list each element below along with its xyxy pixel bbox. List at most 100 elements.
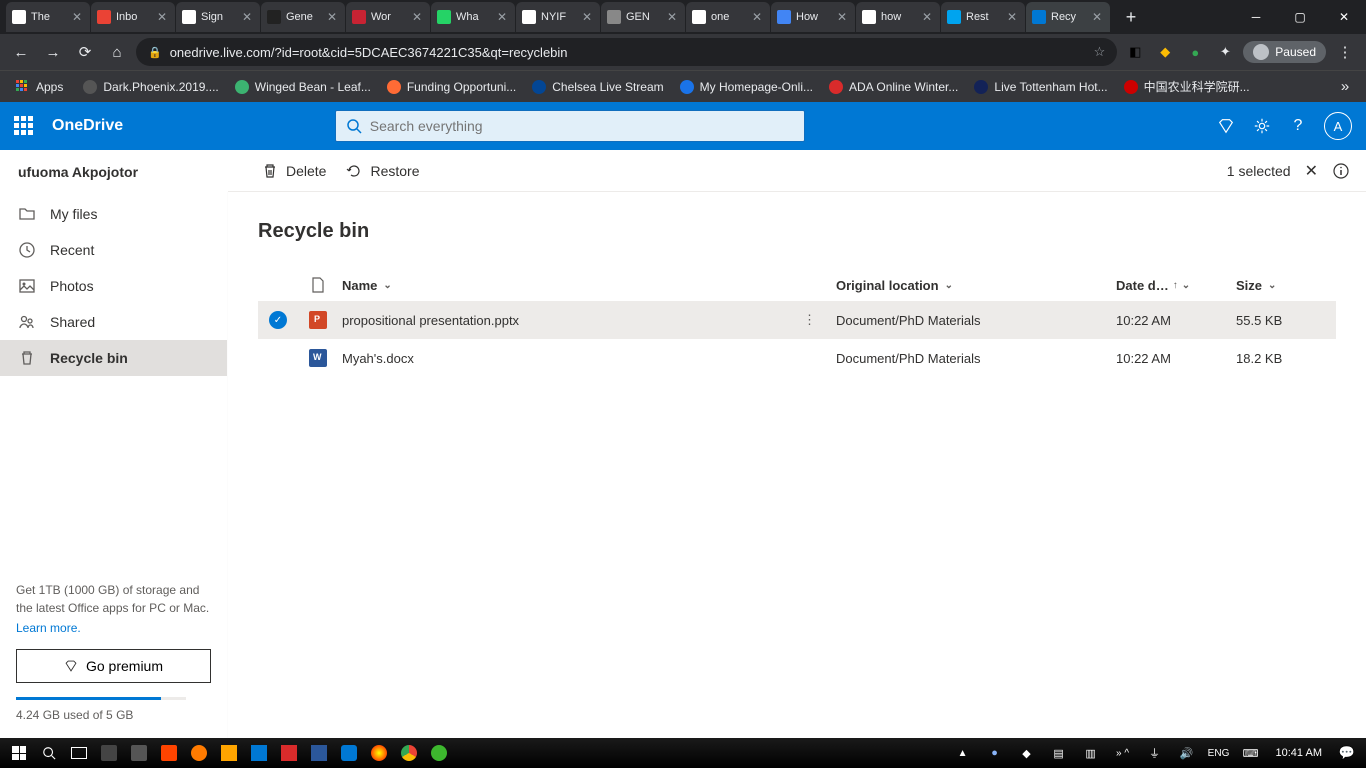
restore-button[interactable]: Restore	[346, 163, 419, 179]
apps-shortcut[interactable]: Apps	[8, 76, 71, 98]
search-box[interactable]	[335, 110, 805, 142]
tab-close-icon[interactable]: ✕	[325, 10, 339, 24]
bookmark-star-icon[interactable]: ☆	[1094, 44, 1106, 60]
browser-tab[interactable]: Gene✕	[261, 2, 345, 32]
sidebar-item-shared[interactable]: Shared	[0, 304, 227, 340]
tray-icon-4[interactable]: ▤	[1044, 739, 1074, 767]
browser-tab[interactable]: how✕	[856, 2, 940, 32]
account-avatar[interactable]: A	[1324, 112, 1352, 140]
tray-network-icon[interactable]: ⏚	[1140, 739, 1170, 767]
browser-tab[interactable]: NYIF✕	[516, 2, 600, 32]
table-row[interactable]: ✓ propositional presentation.pptx⋮ Docum…	[258, 301, 1336, 339]
bookmark-item[interactable]: Chelsea Live Stream	[524, 74, 671, 99]
tb-app-1[interactable]	[94, 739, 124, 767]
tab-close-icon[interactable]: ✕	[835, 10, 849, 24]
tab-close-icon[interactable]: ✕	[580, 10, 594, 24]
minimize-button[interactable]: ─	[1234, 0, 1278, 34]
tray-lang-icon[interactable]: ENG	[1204, 739, 1234, 767]
address-bar[interactable]: 🔒 onedrive.live.com/?id=root&cid=5DCAEC3…	[136, 38, 1117, 66]
sidebar-item-recent[interactable]: Recent	[0, 232, 227, 268]
browser-tab[interactable]: The✕	[6, 2, 90, 32]
browser-tab[interactable]: Recy✕	[1026, 2, 1110, 32]
bookmark-item[interactable]: Live Tottenham Hot...	[966, 74, 1115, 99]
extensions-icon[interactable]: ✦	[1213, 40, 1237, 64]
tray-volume-icon[interactable]: 🔊	[1172, 739, 1202, 767]
info-pane-button[interactable]	[1332, 162, 1350, 180]
tab-close-icon[interactable]: ✕	[70, 10, 84, 24]
ext-icon-2[interactable]: ◆	[1153, 40, 1177, 64]
tb-chrome[interactable]	[394, 739, 424, 767]
bookmark-item[interactable]: My Homepage-Onli...	[672, 74, 821, 99]
forward-button[interactable]: →	[40, 39, 66, 65]
settings-gear-icon[interactable]	[1246, 110, 1278, 142]
tray-icon-5[interactable]: ▥	[1076, 739, 1106, 767]
tb-app-6[interactable]	[244, 739, 274, 767]
close-window-button[interactable]: ✕	[1322, 0, 1366, 34]
help-icon[interactable]: ?	[1282, 110, 1314, 142]
tb-app-5[interactable]	[214, 739, 244, 767]
tray-icon-2[interactable]: ●	[980, 739, 1010, 767]
sidebar-item-folder[interactable]: My files	[0, 196, 227, 232]
start-button[interactable]	[4, 739, 34, 767]
browser-tab[interactable]: Rest✕	[941, 2, 1025, 32]
bookmark-item[interactable]: Funding Opportuni...	[379, 74, 524, 99]
tb-app-11[interactable]	[424, 739, 454, 767]
back-button[interactable]: ←	[8, 39, 34, 65]
tray-overflow-icon[interactable]: » ^	[1108, 739, 1138, 767]
browser-tab[interactable]: Sign✕	[176, 2, 260, 32]
browser-menu-button[interactable]: ⋮	[1332, 39, 1358, 65]
ext-icon-3[interactable]: ●	[1183, 40, 1207, 64]
ext-icon-1[interactable]: ◧	[1123, 40, 1147, 64]
row-selected-check-icon[interactable]: ✓	[269, 311, 287, 329]
tab-close-icon[interactable]: ✕	[155, 10, 169, 24]
tab-close-icon[interactable]: ✕	[1005, 10, 1019, 24]
tray-icon-1[interactable]: ▲	[948, 739, 978, 767]
tab-close-icon[interactable]: ✕	[410, 10, 424, 24]
tray-ime-icon[interactable]: ⌨	[1236, 739, 1266, 767]
tray-icon-3[interactable]: ◆	[1012, 739, 1042, 767]
go-premium-button[interactable]: Go premium	[16, 649, 211, 683]
col-name[interactable]: Name⌄	[338, 278, 836, 293]
tb-app-10[interactable]	[364, 739, 394, 767]
table-row[interactable]: Myah's.docx Document/PhD Materials 10:22…	[258, 339, 1336, 377]
premium-diamond-icon[interactable]	[1210, 110, 1242, 142]
bookmarks-overflow[interactable]: »	[1332, 74, 1358, 100]
tab-close-icon[interactable]: ✕	[920, 10, 934, 24]
bookmark-item[interactable]: Dark.Phoenix.2019....	[75, 74, 226, 99]
browser-tab[interactable]: Wha✕	[431, 2, 515, 32]
sidebar-item-recycle[interactable]: Recycle bin	[0, 340, 227, 376]
row-more-button[interactable]: ⋮	[803, 312, 816, 328]
tab-close-icon[interactable]: ✕	[665, 10, 679, 24]
tb-app-3[interactable]	[154, 739, 184, 767]
col-filetype-icon[interactable]	[298, 277, 338, 293]
tb-app-9[interactable]	[334, 739, 364, 767]
onedrive-logo[interactable]: OneDrive	[52, 117, 123, 135]
tab-close-icon[interactable]: ✕	[750, 10, 764, 24]
sidebar-item-photos[interactable]: Photos	[0, 268, 227, 304]
app-launcher-icon[interactable]	[14, 116, 34, 136]
bookmark-item[interactable]: ADA Online Winter...	[821, 74, 966, 99]
delete-button[interactable]: Delete	[262, 163, 326, 179]
learn-more-link[interactable]: Learn more.	[16, 621, 211, 635]
tb-app-4[interactable]	[184, 739, 214, 767]
col-date[interactable]: Date d…↑⌄	[1116, 278, 1236, 293]
tb-app-7[interactable]	[274, 739, 304, 767]
bookmark-item[interactable]: 中国农业科学院研...	[1116, 74, 1258, 99]
profile-paused[interactable]: Paused	[1243, 41, 1326, 63]
tab-close-icon[interactable]: ✕	[1090, 10, 1104, 24]
task-view-icon[interactable]	[64, 739, 94, 767]
maximize-button[interactable]: ▢	[1278, 0, 1322, 34]
tab-close-icon[interactable]: ✕	[240, 10, 254, 24]
tb-app-2[interactable]	[124, 739, 154, 767]
search-taskbar-icon[interactable]	[34, 739, 64, 767]
taskbar-clock[interactable]: 10:41 AM	[1268, 747, 1330, 759]
browser-tab[interactable]: How✕	[771, 2, 855, 32]
browser-tab[interactable]: Wor✕	[346, 2, 430, 32]
browser-tab[interactable]: one✕	[686, 2, 770, 32]
tb-app-8[interactable]	[304, 739, 334, 767]
bookmark-item[interactable]: Winged Bean - Leaf...	[227, 74, 379, 99]
clear-selection-button[interactable]: ✕	[1305, 161, 1318, 181]
col-size[interactable]: Size⌄	[1236, 278, 1336, 293]
action-center-icon[interactable]: 💬	[1332, 739, 1362, 767]
reload-button[interactable]: ⟳	[72, 39, 98, 65]
